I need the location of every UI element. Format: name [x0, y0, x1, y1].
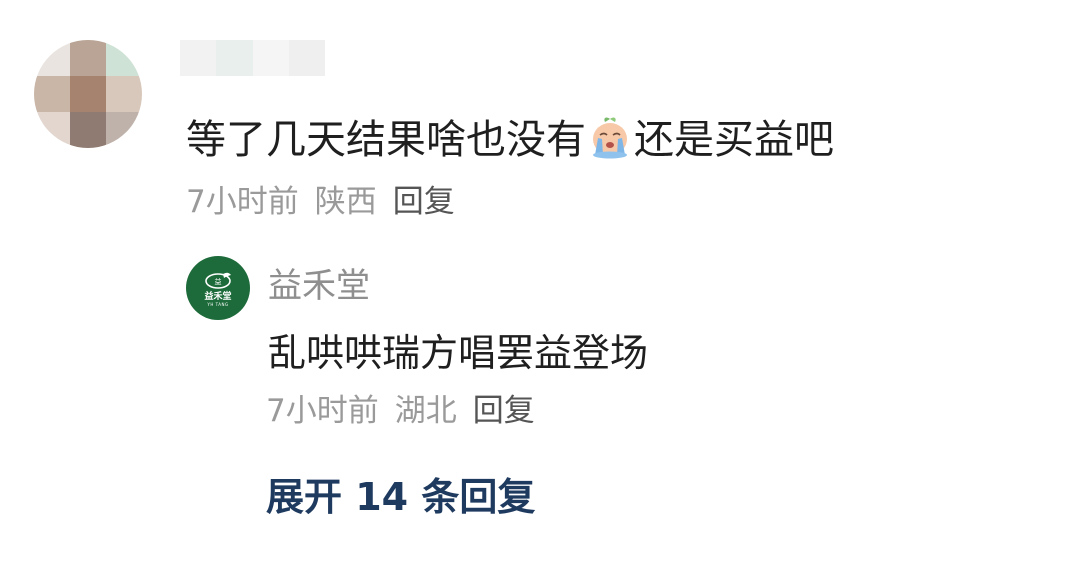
comment-meta: 7小时前 陕西 回复 — [186, 176, 455, 221]
comment-reply-button[interactable]: 回复 — [393, 184, 455, 220]
brand-logo-subtext: YH TANG — [207, 301, 229, 307]
comment-text-part-1: 等了几天结果啥也没有 — [186, 117, 586, 163]
reply-reply-button[interactable]: 回复 — [473, 393, 535, 429]
comment-text-part-2: 还是买益吧 — [634, 117, 834, 163]
username-blurred[interactable] — [180, 40, 325, 76]
user-avatar[interactable] — [34, 40, 142, 148]
brand-logo-icon: 益 — [205, 272, 231, 289]
expand-replies-button[interactable]: 展开 14 条回复 — [266, 466, 535, 521]
comment-thread: 等了几天结果啥也没有 还是买益吧 7小时前 陕西 回复 益 益禾堂 YH TANG … — [0, 0, 1066, 567]
svg-text:益: 益 — [215, 277, 222, 286]
reply-meta: 7小时前 湖北 回复 — [266, 385, 535, 430]
crying-face-emoji-icon — [588, 115, 632, 159]
brand-avatar[interactable]: 益 益禾堂 YH TANG — [186, 256, 250, 320]
comment-time: 7小时前 — [186, 184, 299, 220]
comment-text: 等了几天结果啥也没有 还是买益吧 — [186, 112, 834, 168]
reply-time: 7小时前 — [266, 393, 379, 429]
comment-location: 陕西 — [314, 184, 377, 220]
reply-author-name[interactable]: 益禾堂 — [268, 258, 370, 307]
brand-logo-text: 益禾堂 — [204, 291, 232, 302]
reply-text: 乱哄哄瑞方唱罢益登场 — [268, 331, 649, 375]
reply-location: 湖北 — [394, 393, 457, 429]
